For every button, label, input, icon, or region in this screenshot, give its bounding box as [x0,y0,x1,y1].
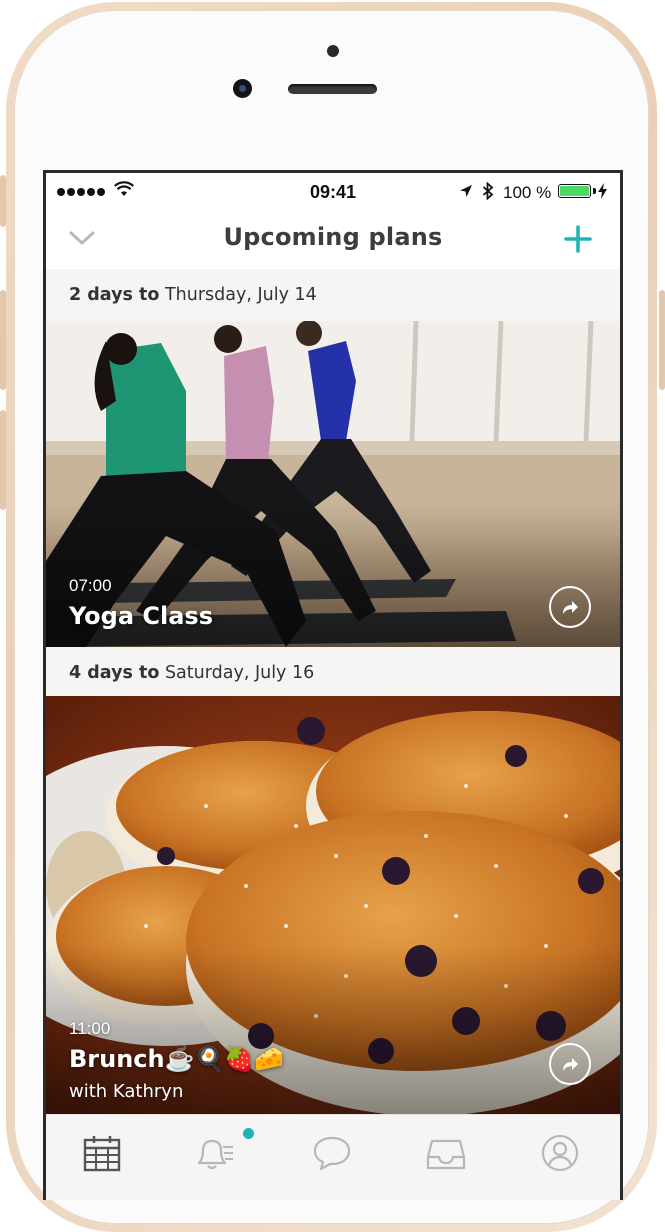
share-button[interactable] [549,586,591,628]
status-bar: 09:41 100 % [46,173,620,211]
section-header-brunch: 4 days to Saturday, July 16 [46,647,620,699]
charging-bolt-icon [598,183,607,199]
battery-percentage: 100 % [503,183,552,202]
plan-companion: with Kathryn [69,1081,184,1102]
volume-down-button [0,410,6,510]
days-until-label: 2 days to [69,285,160,305]
chat-icon [313,1136,351,1171]
inbox-icon [426,1139,466,1170]
share-icon [563,1058,578,1071]
proximity-sensor [327,45,339,57]
battery-tip [593,188,596,194]
days-until-label: 4 days to [69,663,160,683]
notification-badge [243,1128,254,1139]
tab-notifications[interactable] [193,1133,233,1173]
share-icon [563,601,578,614]
plan-title: Yoga Class [69,602,213,630]
plan-card-yoga[interactable]: 07:00 Yoga Class [46,321,620,647]
battery-level-fill [560,186,589,196]
notifications-icon [197,1139,233,1170]
navigation-bar: Upcoming plans [46,211,620,269]
front-camera [233,79,252,98]
plan-card-brunch[interactable]: 11:00 Brunch☕️🍳🍓🧀 with Kathryn [46,696,620,1114]
profile-icon [541,1134,579,1172]
calendar-icon [83,1136,121,1172]
power-button [659,290,665,390]
page-title: Upcoming plans [223,223,443,251]
bluetooth-icon [482,182,494,200]
plus-icon[interactable] [564,225,592,253]
screen-bezel: 09:41 100 % Upcoming plans 2 days to Thu… [43,170,623,1200]
date-label: Thursday, July 14 [164,285,317,305]
share-button[interactable] [549,1043,591,1085]
plan-time: 11:00 [69,1019,111,1038]
earpiece-speaker [288,84,377,94]
plan-time: 07:00 [69,576,112,595]
tab-profile[interactable] [540,1133,580,1173]
mute-switch [0,175,6,227]
yoga-class-photo [46,321,620,647]
tab-bar [46,1114,620,1200]
location-arrow-icon [460,185,472,197]
tab-chat[interactable] [312,1133,352,1173]
volume-up-button [0,290,6,390]
app-screen: 09:41 100 % Upcoming plans 2 days to Thu… [46,173,620,1200]
date-label: Saturday, July 16 [164,663,315,683]
tab-calendar[interactable] [82,1133,122,1173]
plan-title: Brunch☕️🍳🍓🧀 [69,1045,285,1073]
battery-icon [558,184,591,198]
section-header-yoga: 2 days to Thursday, July 14 [46,269,620,321]
tab-inbox[interactable] [426,1133,466,1173]
